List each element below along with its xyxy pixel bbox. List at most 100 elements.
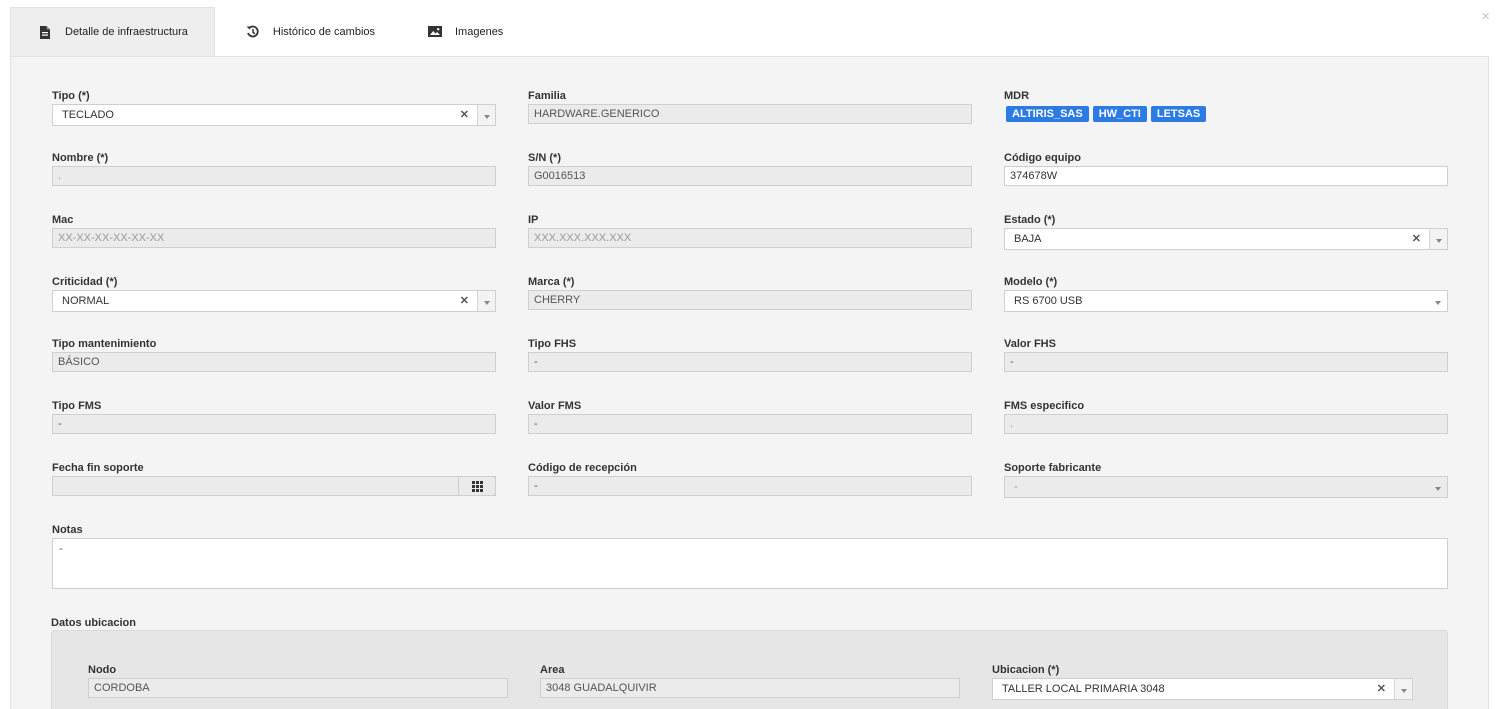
field-label: IP	[528, 214, 539, 226]
ubicacion-field: Ubicacion (*) TALLER LOCAL PRIMARIA 3048…	[992, 663, 1413, 700]
estado-field: Estado (*) BAJA ✕	[1004, 213, 1448, 250]
field-label: Tipo mantenimiento	[52, 338, 157, 350]
field-label: Modelo (*)	[1004, 276, 1058, 288]
tipo-select[interactable]: TECLADO ✕	[52, 104, 496, 126]
tab-detalle-infraestructura[interactable]: Detalle de infraestructura	[10, 7, 215, 56]
history-icon	[245, 24, 261, 40]
field-label: Familia	[528, 90, 566, 102]
criticidad-field: Criticidad (*) NORMAL ✕	[52, 275, 496, 312]
area-input: 3048 GUADALQUIVIR	[540, 678, 960, 698]
field-label: MDR	[1004, 90, 1030, 102]
modelo-field: Modelo (*) RS 6700 USB	[1004, 275, 1448, 312]
chevron-down-icon[interactable]	[1429, 229, 1447, 249]
nombre-input: .	[52, 166, 496, 186]
ip-field: IP XXX.XXX.XXX.XXX	[528, 213, 972, 248]
field-label: Nombre (*)	[52, 152, 109, 164]
tipo-fhs-field: Tipo FHS -	[528, 337, 972, 372]
tab-historico-cambios[interactable]: Histórico de cambios	[215, 7, 401, 56]
ubicacion-panel: Nodo CORDOBA Area 3048 GUADALQUIVIR Ubic…	[51, 630, 1448, 709]
tipo-mantenimiento-field: Tipo mantenimiento BÁSICO	[52, 337, 496, 372]
soporte-fabricante-select: -	[1004, 476, 1448, 498]
image-icon	[427, 24, 443, 40]
valor-fms-input: -	[528, 414, 972, 434]
field-label: Soporte fabricante	[1004, 462, 1102, 474]
tab-label: Histórico de cambios	[272, 25, 375, 38]
field-label: Valor FHS	[1004, 338, 1056, 350]
notas-label: Notas	[52, 524, 83, 536]
codigo-equipo-input[interactable]: 374678W	[1004, 166, 1448, 186]
mdr-tag[interactable]: ALTIRIS_SAS	[1006, 106, 1089, 122]
ubicacion-section-title: Datos ubicacion	[51, 617, 136, 629]
tab-label: Imagenes	[455, 25, 504, 38]
field-label: Nodo	[88, 664, 117, 676]
mdr-tag[interactable]: LETSAS	[1150, 106, 1207, 122]
select-value: TALLER LOCAL PRIMARIA 3048	[1002, 683, 1165, 695]
valor-fhs-field: Valor FHS -	[1004, 337, 1448, 372]
clear-icon[interactable]: ✕	[460, 105, 469, 125]
sn-field: S/N (*) G0016513	[528, 151, 972, 186]
sn-input: G0016513	[528, 166, 972, 186]
fecha-fin-soporte-field: Fecha fin soporte	[52, 461, 496, 496]
select-value: BAJA	[1014, 233, 1042, 245]
tipo-mantenimiento-input: BÁSICO	[52, 352, 496, 372]
familia-input: HARDWARE.GENERICO	[528, 104, 972, 124]
field-label: Area	[540, 664, 565, 676]
select-value: RS 6700 USB	[1014, 295, 1083, 307]
fecha-fin-soporte-input	[52, 476, 496, 496]
field-label: Criticidad (*)	[52, 276, 118, 288]
clear-icon[interactable]: ✕	[1412, 229, 1421, 249]
calendar-button[interactable]	[458, 476, 496, 496]
field-label: Código de recepción	[528, 462, 637, 474]
soporte-fabricante-field: Soporte fabricante -	[1004, 461, 1448, 498]
codigo-recepcion-field: Código de recepción -	[528, 461, 972, 496]
tipo-fms-input: -	[52, 414, 496, 434]
mdr-tags: ALTIRIS_SAS HW_CTI LETSAS	[1004, 104, 1448, 122]
codigo-equipo-field: Código equipo 374678W	[1004, 151, 1448, 186]
tipo-field: Tipo (*) TECLADO ✕	[52, 89, 496, 126]
select-value: -	[1014, 481, 1018, 493]
field-label: Código equipo	[1004, 152, 1081, 164]
chevron-down-icon[interactable]	[1429, 291, 1447, 311]
estado-select[interactable]: BAJA ✕	[1004, 228, 1448, 250]
nombre-field: Nombre (*) .	[52, 151, 496, 186]
valor-fms-field: Valor FMS -	[528, 399, 972, 434]
clear-icon[interactable]: ✕	[460, 291, 469, 311]
field-label: Ubicacion (*)	[992, 664, 1060, 676]
criticidad-select[interactable]: NORMAL ✕	[52, 290, 496, 312]
chevron-down-icon[interactable]	[477, 291, 495, 311]
field-label: Mac	[52, 214, 74, 226]
tipo-fms-field: Tipo FMS -	[52, 399, 496, 434]
field-label: Tipo FMS	[52, 400, 102, 412]
field-label: FMS especifico	[1004, 400, 1085, 412]
mac-field: Mac XX-XX-XX-XX-XX-XX	[52, 213, 496, 248]
chevron-down-icon[interactable]	[1394, 679, 1412, 699]
field-label: Valor FMS	[528, 400, 582, 412]
ip-input: XXX.XXX.XXX.XXX	[528, 228, 972, 248]
detail-panel: Tipo (*) TECLADO ✕ Familia HARDWARE.GENE…	[10, 56, 1489, 709]
calendar-grid-icon	[471, 480, 483, 492]
familia-field: Familia HARDWARE.GENERICO	[528, 89, 972, 124]
nodo-input: CORDOBA	[88, 678, 508, 698]
mdr-field: MDR ALTIRIS_SAS HW_CTI LETSAS	[1004, 89, 1448, 122]
mdr-tag[interactable]: HW_CTI	[1092, 106, 1147, 122]
notas-textarea[interactable]: -	[52, 538, 1448, 589]
marca-field: Marca (*) CHERRY	[528, 275, 972, 310]
select-value: TECLADO	[62, 109, 114, 121]
close-icon[interactable]: ×	[1481, 8, 1490, 25]
fms-especifico-input: .	[1004, 414, 1448, 434]
ubicacion-select[interactable]: TALLER LOCAL PRIMARIA 3048 ✕	[992, 678, 1413, 700]
chevron-down-icon[interactable]	[477, 105, 495, 125]
nodo-field: Nodo CORDOBA	[88, 663, 508, 698]
field-label: Tipo (*)	[52, 90, 90, 102]
area-field: Area 3048 GUADALQUIVIR	[540, 663, 960, 698]
select-value: NORMAL	[62, 295, 110, 307]
modelo-select[interactable]: RS 6700 USB	[1004, 290, 1448, 312]
tab-imagenes[interactable]: Imagenes	[401, 7, 529, 56]
codigo-recepcion-input: -	[528, 476, 972, 496]
field-label: Marca (*)	[528, 276, 575, 288]
tab-label: Detalle de infraestructura	[65, 26, 188, 38]
chevron-down-icon	[1429, 477, 1447, 497]
valor-fhs-input: -	[1004, 352, 1448, 372]
tab-bar: Detalle de infraestructura Histórico de …	[10, 7, 529, 56]
clear-icon[interactable]: ✕	[1377, 679, 1386, 699]
